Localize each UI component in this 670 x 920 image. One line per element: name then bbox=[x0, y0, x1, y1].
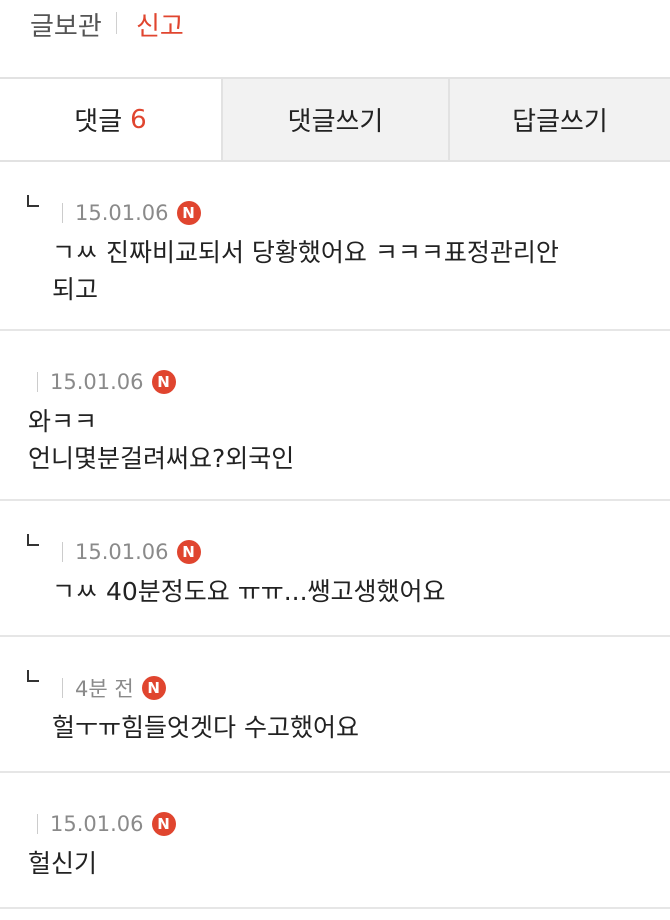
meta-divider bbox=[37, 814, 38, 834]
comment-list: 15.01.06 N ㄱㅆ 진짜비교되서 당황했어요 ㅋㅋㅋ표정관리안 되고 1… bbox=[0, 162, 670, 909]
meta-divider bbox=[62, 203, 63, 223]
top-bar: 글보관 신고 bbox=[0, 0, 670, 78]
new-badge-icon: N bbox=[151, 370, 176, 394]
meta-divider bbox=[62, 542, 63, 562]
new-badge-icon: N bbox=[151, 812, 176, 836]
meta-divider bbox=[37, 372, 38, 392]
comment-meta: 15.01.06 N bbox=[62, 198, 201, 228]
comment-date: 4분 전 bbox=[75, 677, 134, 701]
comment-date: 15.01.06 bbox=[75, 540, 169, 564]
comment-text: 헐신기 bbox=[28, 849, 98, 878]
new-badge-icon: N bbox=[176, 540, 201, 564]
header-separator bbox=[116, 12, 117, 34]
comment-text: ㄱㅆ 40분정도요 ㅠㅠ...쌩고생했어요 bbox=[52, 577, 446, 606]
comment-meta: 4분 전 N bbox=[62, 673, 166, 703]
tab-write-reply[interactable]: 답글쓰기 bbox=[448, 79, 670, 160]
meta-divider bbox=[62, 678, 63, 698]
new-badge-icon: N bbox=[141, 676, 166, 700]
comment-item: 15.01.06 N 헐신기 bbox=[0, 773, 670, 909]
save-post-button[interactable]: 글보관 bbox=[30, 6, 102, 43]
reply-arrow-icon bbox=[27, 534, 39, 546]
comment-text: 와ㅋㅋ 언니몇분걸려써요?외국인 bbox=[28, 407, 295, 473]
comment-item: 15.01.06 N ㄱㅆ 진짜비교되서 당황했어요 ㅋㅋㅋ표정관리안 되고 bbox=[0, 162, 670, 331]
comment-meta: 15.01.06 N bbox=[62, 537, 201, 567]
comment-text: 헐ㅜㅠ힘들엇겟다 수고했어요 bbox=[52, 713, 359, 742]
report-button[interactable]: 신고 bbox=[136, 6, 184, 43]
comment-meta: 15.01.06 N bbox=[37, 367, 176, 397]
comment-date: 15.01.06 bbox=[50, 812, 144, 836]
tab-write-comment[interactable]: 댓글쓰기 bbox=[221, 79, 448, 160]
reply-arrow-icon bbox=[27, 670, 39, 682]
tab-write-reply-label: 답글쓰기 bbox=[512, 107, 608, 137]
comment-tabs: 댓글 6 댓글쓰기 답글쓰기 bbox=[0, 77, 670, 162]
comment-item: 15.01.06 N ㄱㅆ 40분정도요 ㅠㅠ...쌩고생했어요 bbox=[0, 501, 670, 637]
comment-text: ㄱㅆ 진짜비교되서 당황했어요 ㅋㅋㅋ표정관리안 되고 bbox=[52, 238, 559, 304]
reply-arrow-icon bbox=[27, 195, 39, 207]
comment-date: 15.01.06 bbox=[50, 370, 144, 394]
tab-comments-label: 댓글 bbox=[74, 107, 123, 137]
comment-date: 15.01.06 bbox=[75, 201, 169, 225]
tab-write-comment-label: 댓글쓰기 bbox=[287, 107, 384, 137]
new-badge-icon: N bbox=[176, 201, 201, 225]
comment-meta: 15.01.06 N bbox=[37, 809, 176, 839]
comment-item: 4분 전 N 헐ㅜㅠ힘들엇겟다 수고했어요 bbox=[0, 637, 670, 773]
comment-item: 15.01.06 N 와ㅋㅋ 언니몇분걸려써요?외국인 bbox=[0, 331, 670, 501]
comment-count: 6 bbox=[130, 104, 147, 135]
tab-comments[interactable]: 댓글 6 bbox=[0, 79, 221, 160]
